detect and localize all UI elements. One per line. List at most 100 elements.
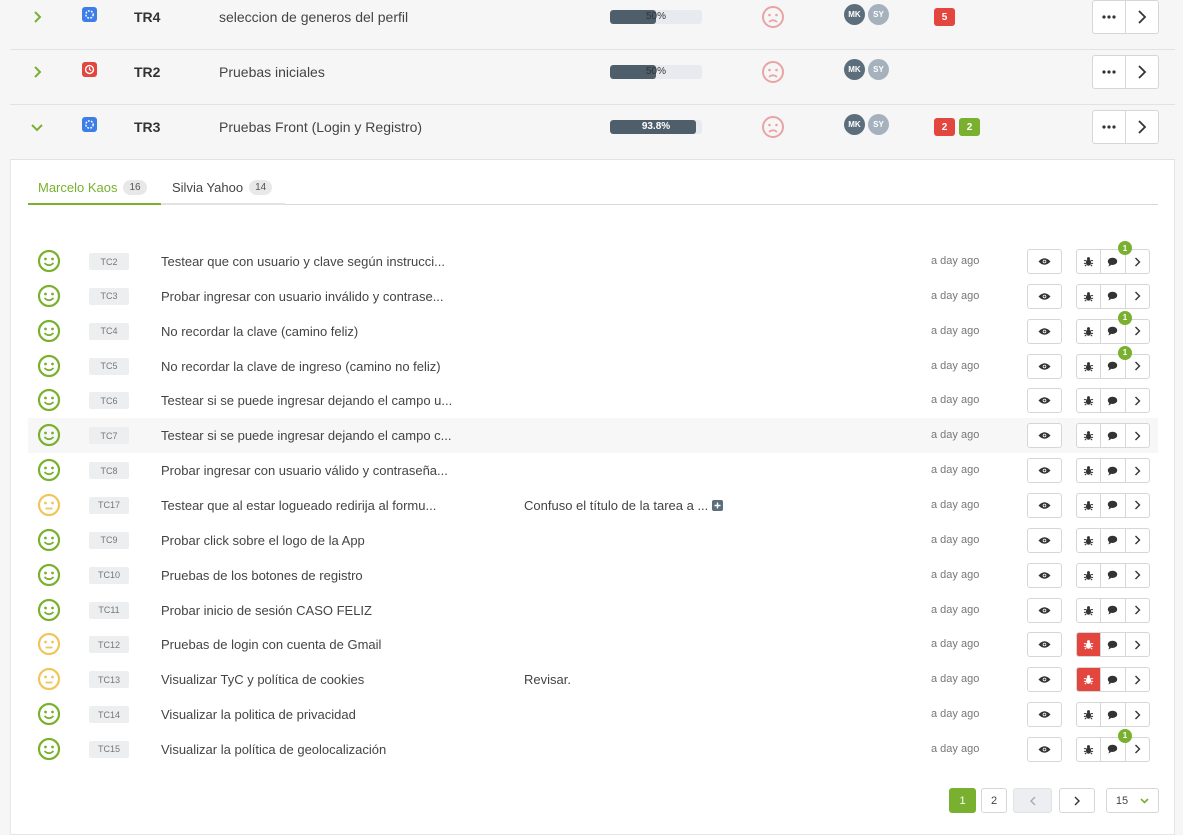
task-title[interactable]: Pruebas Front (Login y Registro) xyxy=(219,119,422,135)
view-button[interactable] xyxy=(1027,423,1062,449)
open-case-button[interactable] xyxy=(1124,563,1149,587)
test-case-title[interactable]: No recordar la clave de ingreso (camino … xyxy=(161,359,441,374)
test-case-title[interactable]: No recordar la clave (camino feliz) xyxy=(161,324,358,339)
test-case-row[interactable]: TC17 Testear que al estar logueado rediri… xyxy=(28,488,1158,523)
view-button[interactable] xyxy=(1027,562,1062,588)
chevron-down-icon[interactable] xyxy=(30,120,44,134)
view-button[interactable] xyxy=(1027,597,1062,623)
test-case-row[interactable]: TC9 Probar click sobre el logo de la App a… xyxy=(28,523,1158,558)
view-button[interactable] xyxy=(1027,702,1062,728)
test-case-title[interactable]: Testear que con usuario y clave según in… xyxy=(161,254,445,269)
test-case-row[interactable]: TC3 Probar ingresar con usuario inválido … xyxy=(28,279,1158,314)
page-button-1[interactable]: 1 xyxy=(949,788,976,813)
expand-note-icon[interactable] xyxy=(712,499,724,511)
page-size-select[interactable]: 15 xyxy=(1106,788,1159,813)
tab-silvia-yahoo[interactable]: Silvia Yahoo 14 xyxy=(162,172,285,205)
comment-button[interactable] xyxy=(1100,598,1124,622)
test-case-row[interactable]: TC4 No recordar la clave (camino feliz) a … xyxy=(28,310,1158,349)
chevron-right-icon[interactable] xyxy=(30,65,44,79)
page-button-2[interactable]: 2 xyxy=(981,788,1007,813)
test-case-title[interactable]: Probar inicio de sesión CASO FELIZ xyxy=(161,603,372,618)
report-bug-button[interactable] xyxy=(1077,459,1100,482)
test-case-row[interactable]: TC12 Pruebas de login con cuenta de Gmail… xyxy=(28,627,1158,662)
avatar[interactable]: MK xyxy=(844,4,865,25)
test-case-row[interactable]: TC5 No recordar la clave de ingreso (cami… xyxy=(28,345,1158,384)
avatar[interactable]: SY xyxy=(868,59,889,80)
happy-face-icon[interactable] xyxy=(37,598,61,622)
happy-face-icon[interactable] xyxy=(37,354,61,378)
comment-button[interactable] xyxy=(1100,528,1124,552)
happy-face-icon[interactable] xyxy=(37,388,61,412)
comment-button[interactable] xyxy=(1100,389,1124,413)
task-row[interactable]: TR2 Pruebas iniciales 50% MK SY xyxy=(10,50,1175,105)
test-case-row[interactable]: TC2 Testear que con usuario y clave según… xyxy=(28,241,1158,279)
report-bug-button[interactable] xyxy=(1077,668,1101,692)
report-bug-button[interactable] xyxy=(1077,494,1100,517)
open-button[interactable] xyxy=(1125,1,1158,33)
happy-face-icon[interactable] xyxy=(37,284,61,308)
test-case-title[interactable]: Probar ingresar con usuario válido y con… xyxy=(161,463,448,478)
comment-button[interactable] xyxy=(1100,563,1124,587)
test-case-title[interactable]: Visualizar la política de geolocalizació… xyxy=(161,742,386,757)
view-button[interactable] xyxy=(1027,388,1062,414)
open-case-button[interactable] xyxy=(1124,598,1149,622)
happy-face-icon[interactable] xyxy=(37,702,61,726)
report-bug-button[interactable] xyxy=(1077,529,1100,552)
view-button[interactable] xyxy=(1027,632,1062,658)
test-case-row[interactable]: TC10 Pruebas de los botones de registro a … xyxy=(28,558,1158,593)
happy-face-icon[interactable] xyxy=(37,528,61,552)
test-case-row[interactable]: TC8 Probar ingresar con usuario válido y … xyxy=(28,453,1158,488)
report-bug-button[interactable] xyxy=(1077,633,1101,657)
test-case-title[interactable]: Testear si se puede ingresar dejando el … xyxy=(161,393,452,408)
test-case-title[interactable]: Pruebas de los botones de registro xyxy=(161,568,363,583)
report-bug-button[interactable] xyxy=(1077,285,1100,308)
comment-button[interactable] xyxy=(1100,424,1124,448)
happy-face-icon[interactable] xyxy=(37,319,61,343)
happy-face-icon[interactable] xyxy=(37,458,61,482)
avatar[interactable]: MK xyxy=(844,59,865,80)
report-bug-button[interactable] xyxy=(1077,389,1100,412)
test-case-title[interactable]: Pruebas de login con cuenta de Gmail xyxy=(161,637,381,652)
test-case-row[interactable]: TC14 Visualizar la politica de privacidad… xyxy=(28,697,1158,732)
neutral-face-icon[interactable] xyxy=(37,667,61,691)
open-case-button[interactable] xyxy=(1124,703,1149,727)
report-bug-button[interactable] xyxy=(1077,355,1100,378)
tab-marcelo-kaos[interactable]: Marcelo Kaos 16 xyxy=(28,172,161,205)
test-case-row[interactable]: TC13 Visualizar TyC y política de cookies… xyxy=(28,662,1158,697)
open-case-button[interactable] xyxy=(1124,459,1149,483)
report-bug-button[interactable] xyxy=(1077,250,1100,273)
view-button[interactable] xyxy=(1027,736,1062,762)
test-case-row[interactable]: TC11 Probar inicio de sesión CASO FELIZ a … xyxy=(28,593,1158,628)
comment-button[interactable] xyxy=(1100,459,1124,483)
view-button[interactable] xyxy=(1027,492,1062,518)
report-bug-button[interactable] xyxy=(1077,703,1100,726)
test-case-row[interactable]: TC6 Testear si se puede ingresar dejando … xyxy=(28,383,1158,418)
view-button[interactable] xyxy=(1027,283,1062,309)
test-case-title[interactable]: Visualizar TyC y política de cookies xyxy=(161,672,364,687)
view-button[interactable] xyxy=(1027,667,1062,693)
open-case-button[interactable] xyxy=(1124,668,1149,692)
open-case-button[interactable] xyxy=(1124,284,1149,308)
open-case-button[interactable] xyxy=(1124,389,1149,413)
task-title[interactable]: Pruebas iniciales xyxy=(219,64,325,80)
test-case-title[interactable]: Testear que al estar logueado redirija a… xyxy=(161,498,436,513)
open-button[interactable] xyxy=(1125,56,1158,88)
view-button[interactable] xyxy=(1027,353,1062,379)
neutral-face-icon[interactable] xyxy=(37,632,61,656)
open-button[interactable] xyxy=(1125,111,1158,143)
avatar[interactable]: MK xyxy=(844,114,865,135)
comment-button[interactable] xyxy=(1100,668,1124,692)
test-case-title[interactable]: Probar click sobre el logo de la App xyxy=(161,533,365,548)
report-bug-button[interactable] xyxy=(1077,738,1100,761)
view-button[interactable] xyxy=(1027,318,1062,344)
more-button[interactable] xyxy=(1093,111,1125,143)
test-case-title[interactable]: Visualizar la politica de privacidad xyxy=(161,707,356,722)
happy-face-icon[interactable] xyxy=(37,563,61,587)
neutral-face-icon[interactable] xyxy=(37,493,61,517)
view-button[interactable] xyxy=(1027,249,1062,274)
happy-face-icon[interactable] xyxy=(37,737,61,761)
more-button[interactable] xyxy=(1093,56,1125,88)
test-case-title[interactable]: Testear si se puede ingresar dejando el … xyxy=(161,428,452,443)
comment-button[interactable] xyxy=(1100,284,1124,308)
more-button[interactable] xyxy=(1093,1,1125,33)
